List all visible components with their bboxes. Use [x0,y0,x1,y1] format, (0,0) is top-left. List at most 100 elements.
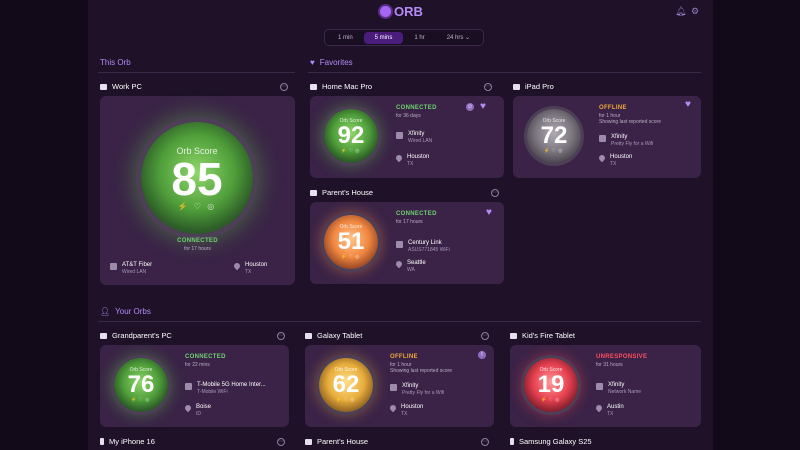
location-pin-icon [394,153,404,163]
location-info: Houston TX [232,261,268,275]
status-note: Showing last reported score [390,368,452,374]
range-1hr[interactable]: 1 hr [403,32,435,44]
score-value: 62 [332,371,360,398]
home-mac-name: Home Mac Pro [322,82,373,91]
range-1min[interactable]: 1 min [327,32,364,44]
isp-info: T-Mobile 5G Home Inter... T-Mobile WiFi [185,382,266,395]
home-mac-card[interactable]: Orb Score 92 ⚡♡◎ CONNECTED for 36 days X… [310,96,504,178]
city: Houston [407,154,430,160]
grandparent-card[interactable]: Orb Score 76 ⚡♡◎ CONNECTED for 22 mins T… [100,345,289,427]
city: Austin [607,404,624,410]
share-icon[interactable]: ☺ [466,103,474,111]
more-options-icon[interactable]: ⋯ [481,438,489,446]
connection-type: Pretty Fly for a Wifi [611,141,654,147]
card-title-parents: Parent's House [310,188,373,197]
metric-icons: ⚡♡◎ [340,254,362,260]
time-range-selector: 1 min 5 mins 1 hr 24 hrs ⌄ [324,29,485,46]
connection-type: Pretty Fly for a Wifi [402,390,445,396]
isp-info: Century Link ASUS771845 WiFi [396,240,450,253]
location-pin-icon [597,153,607,163]
monitor-icon [100,83,107,90]
orb-score-gauge: Orb Score 92 ⚡♡◎ [324,109,378,163]
ipad-card[interactable]: Orb Score 72 ⚡♡◎ OFFLINE for 1 hour Show… [513,96,701,178]
range-5mins[interactable]: 5 mins [363,31,404,44]
orb-score-gauge: Orb Score 76 ⚡♡◎ [114,358,168,412]
router-icon [185,383,192,390]
favorite-heart-icon[interactable]: ♥ [486,208,492,218]
monitor-icon [100,332,107,339]
more-options-icon[interactable]: ⋯ [277,438,285,446]
score-value: 19 [537,371,565,398]
status-badge: OFFLINE [390,354,418,360]
user-icon: 👤︎ [100,307,111,316]
location-info: Boise ID [183,403,211,417]
alert-icon[interactable]: ! [478,351,486,359]
more-options-icon[interactable]: ⋯ [484,83,492,91]
range-24hrs[interactable]: 24 hrs ⌄ [436,31,481,44]
divider [98,72,295,73]
city: Houston [610,154,633,160]
tablet-icon [510,332,517,339]
status-duration: for 17 hours [184,246,211,252]
metric-icons: ⚡♡◎ [130,397,152,403]
status-duration: for 22 mins [185,362,210,368]
bell-icon[interactable]: 🔔︎ [675,7,686,16]
top-bar: ORB 🔔︎ ⚙︎ [88,0,713,24]
phone-icon [100,438,104,445]
metric-icons: ⚡ ♡ ◎ [177,201,217,211]
more-options-icon[interactable]: ⋯ [280,83,288,91]
more-options-icon[interactable]: ⋯ [277,332,285,340]
score-value: 76 [127,371,155,398]
status-duration: for 17 hours [396,219,423,225]
isp-name: AT&T Fiber [122,262,153,268]
orb-score-gauge: Orb Score 62 ⚡♡◎ [319,358,373,412]
orb-score-gauge: Orb Score 85 ⚡ ♡ ◎ [141,122,253,234]
your-orbs-label: Your Orbs [115,307,151,316]
state: TX [407,161,414,167]
gear-icon[interactable]: ⚙︎ [691,7,700,16]
monitor-icon [305,438,312,445]
status-badge: CONNECTED [185,354,226,360]
card-title-galaxy-tablet: Galaxy Tablet [305,331,362,340]
isp-name: T-Mobile 5G Home Inter... [197,382,266,388]
section-favorites: ♥ Favorites [310,58,353,67]
more-options-icon[interactable]: ⋯ [491,189,499,197]
metric-icons: ⚡♡◎ [340,148,362,154]
galaxy-tablet-name: Galaxy Tablet [317,331,363,340]
city: Houston [245,262,268,268]
divider [308,72,701,73]
status-duration: for 36 days [396,113,421,119]
divider [98,321,701,322]
location-pin-icon [388,403,398,413]
score-value: 51 [337,228,365,255]
card-title-parents-2: Parent's House [305,437,368,446]
isp-info: Xfinity Wired LAN [396,131,432,144]
location-pin-icon [594,403,604,413]
status-badge: CONNECTED [177,238,218,244]
connection-type: ASUS771845 WiFi [408,247,450,253]
city: Houston [401,404,424,410]
work-pc-card[interactable]: Orb Score 85 ⚡ ♡ ◎ CONNECTED for 17 hour… [100,96,295,285]
connection-type: T-Mobile WiFi [197,389,228,395]
galaxy-tablet-card[interactable]: Orb Score 62 ⚡♡◎ OFFLINE for 1 hour Show… [305,345,494,427]
favorites-label: Favorites [319,58,353,67]
isp-info: AT&T Fiber Wired LAN [110,262,152,275]
router-icon [396,132,403,139]
isp-name: Xfinity [611,134,628,140]
isp-info: Xfinity Pretty Fly for a Wifi [390,383,444,396]
orb-logo[interactable]: ORB [380,4,423,19]
card-title-grandparent: Grandparent's PC [100,331,172,340]
metric-icons: ⚡♡◎ [543,148,565,154]
isp-name: Xfinity [608,382,625,388]
router-icon [596,383,603,390]
state: TX [610,161,617,167]
card-title-home-mac: Home Mac Pro [310,82,372,91]
favorite-heart-icon[interactable]: ♥ [685,100,691,110]
parents-card[interactable]: Orb Score 51 ⚡♡◎ CONNECTED for 17 hours … [310,202,504,284]
location-info: Seattle WA [394,259,426,273]
orb-score-gauge: Orb Score 51 ⚡♡◎ [324,215,378,269]
dashboard: ORB 🔔︎ ⚙︎ 1 min 5 mins 1 hr 24 hrs ⌄ Thi… [88,0,713,450]
more-options-icon[interactable]: ⋯ [481,332,489,340]
kids-fire-card[interactable]: Orb Score 19 ⚡♡◎ UNRESPONSIVE for 31 hou… [510,345,701,427]
favorite-heart-icon[interactable]: ♥ [480,102,486,112]
